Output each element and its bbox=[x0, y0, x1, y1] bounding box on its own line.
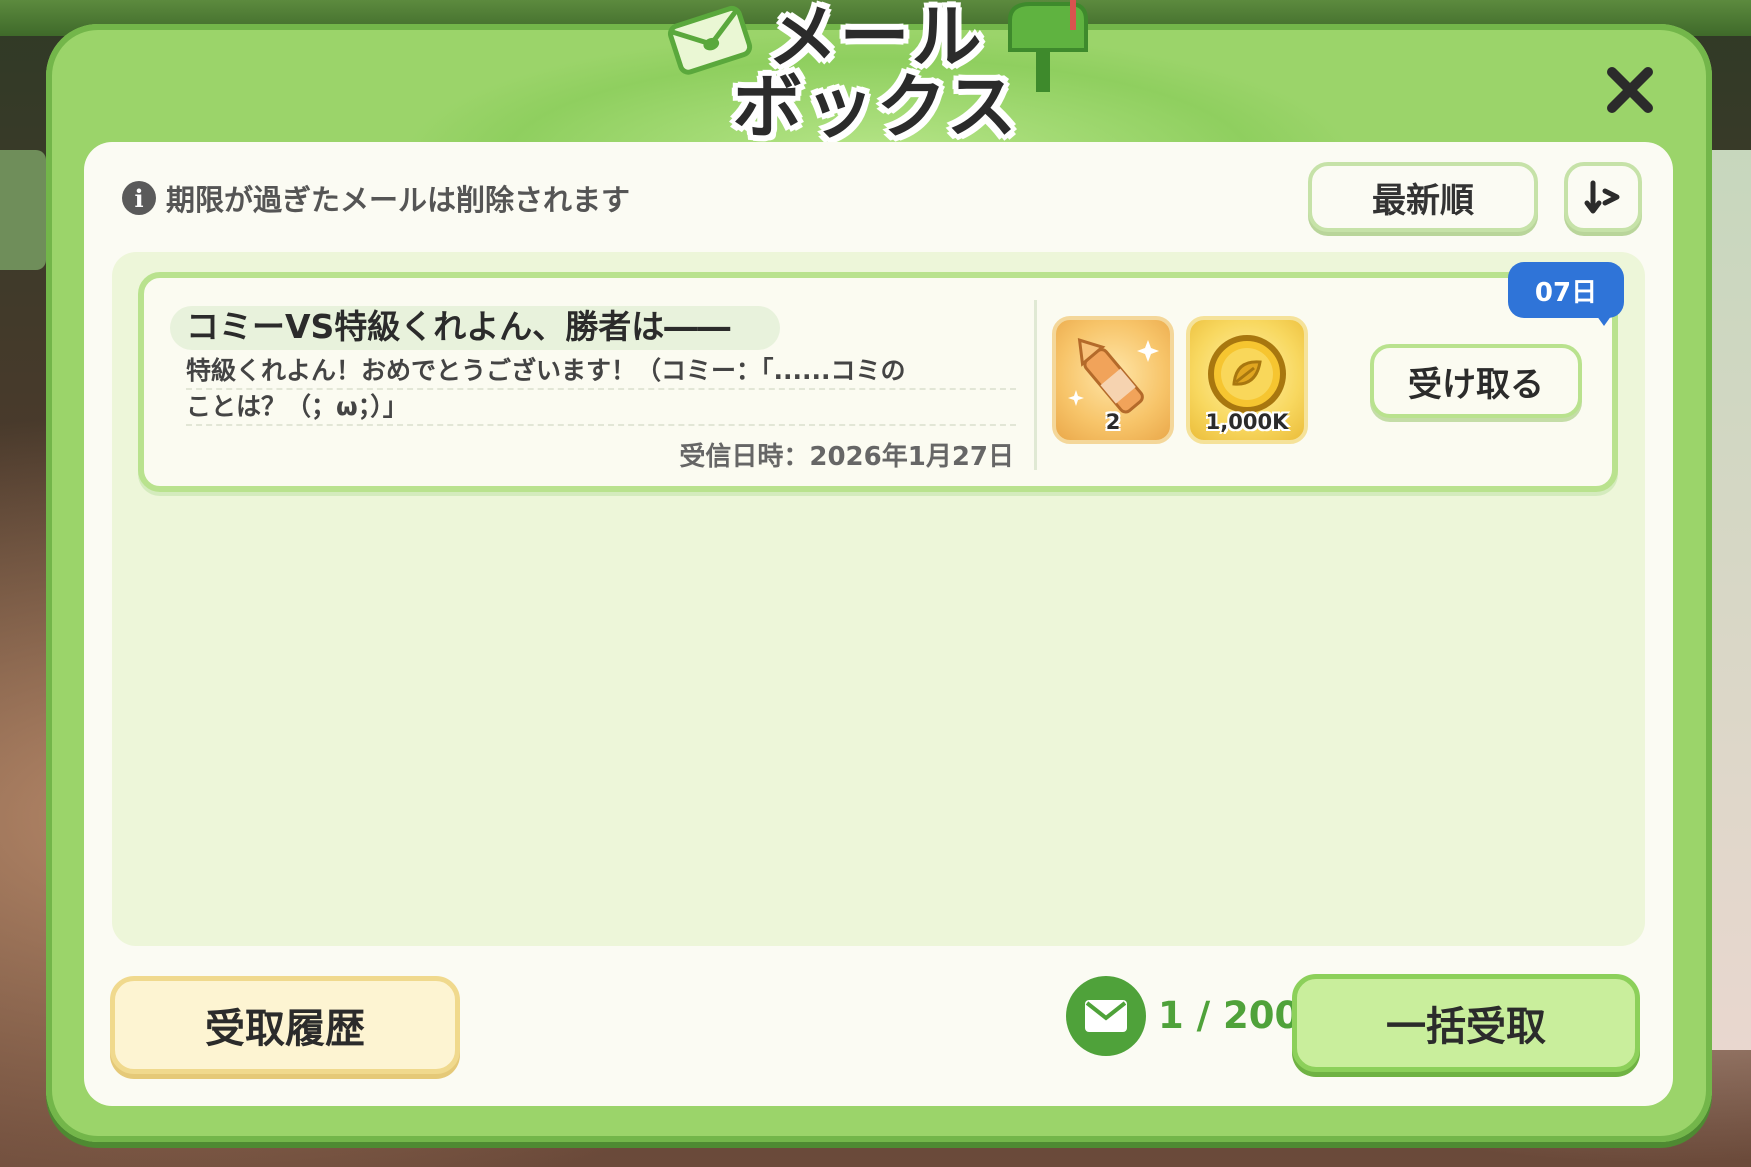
reward-quantity: 2 bbox=[1105, 410, 1121, 434]
envelope-icon bbox=[1085, 1000, 1127, 1032]
sort-order-button[interactable] bbox=[1564, 162, 1642, 232]
game-left-menu bbox=[0, 150, 46, 270]
mail-item[interactable]: コミーVS特級くれよん、勝者は―― 特級くれよん！おめでとうございます！（コミー… bbox=[138, 272, 1618, 492]
mail-divider bbox=[1034, 300, 1037, 470]
mail-count-badge bbox=[1066, 976, 1146, 1056]
mail-body: 特級くれよん！おめでとうございます！（コミー：「......コミの ことは？（；… bbox=[186, 354, 1016, 426]
mail-title: コミーVS特級くれよん、勝者は―― bbox=[186, 307, 731, 346]
expiry-notice: i 期限が過ぎたメールは削除されます bbox=[122, 178, 630, 218]
reward-item-coin[interactable]: 1,000K bbox=[1186, 316, 1308, 444]
info-icon: i bbox=[122, 181, 156, 215]
close-icon bbox=[1607, 67, 1653, 113]
reward-quantity: 1,000K bbox=[1205, 410, 1289, 434]
mail-received-date: 受信日時：2026年1月27日 bbox=[679, 436, 1014, 473]
expiry-badge-tail bbox=[1594, 312, 1614, 326]
mail-date-value: 2026年1月27日 bbox=[809, 442, 1014, 472]
expiry-days-badge: 07日 bbox=[1508, 262, 1624, 318]
receive-button[interactable]: 受け取る bbox=[1370, 344, 1582, 418]
mail-count-text: 1 / 200 bbox=[1158, 994, 1301, 1037]
expiry-notice-text: 期限が過ぎたメールは削除されます bbox=[166, 183, 631, 217]
modal-title-line2: ボックス bbox=[732, 66, 1019, 148]
game-right-menu bbox=[1711, 150, 1751, 1050]
modal-title-line1: メール bbox=[767, 0, 984, 78]
mail-date-label: 受信日時： bbox=[679, 442, 810, 472]
sort-button[interactable]: 最新順 bbox=[1308, 162, 1538, 232]
claim-all-button[interactable]: 一括受取 bbox=[1292, 974, 1640, 1072]
receive-history-button[interactable]: 受取履歴 bbox=[110, 976, 460, 1074]
mail-body-line: ことは？（；ω；）」 bbox=[186, 390, 1016, 426]
reward-item-crayon[interactable]: 2 bbox=[1052, 316, 1174, 444]
mail-body-line: 特級くれよん！おめでとうございます！（コミー：「......コミの bbox=[186, 354, 1016, 390]
sort-order-icon bbox=[1584, 180, 1620, 214]
close-button[interactable] bbox=[1594, 54, 1666, 126]
